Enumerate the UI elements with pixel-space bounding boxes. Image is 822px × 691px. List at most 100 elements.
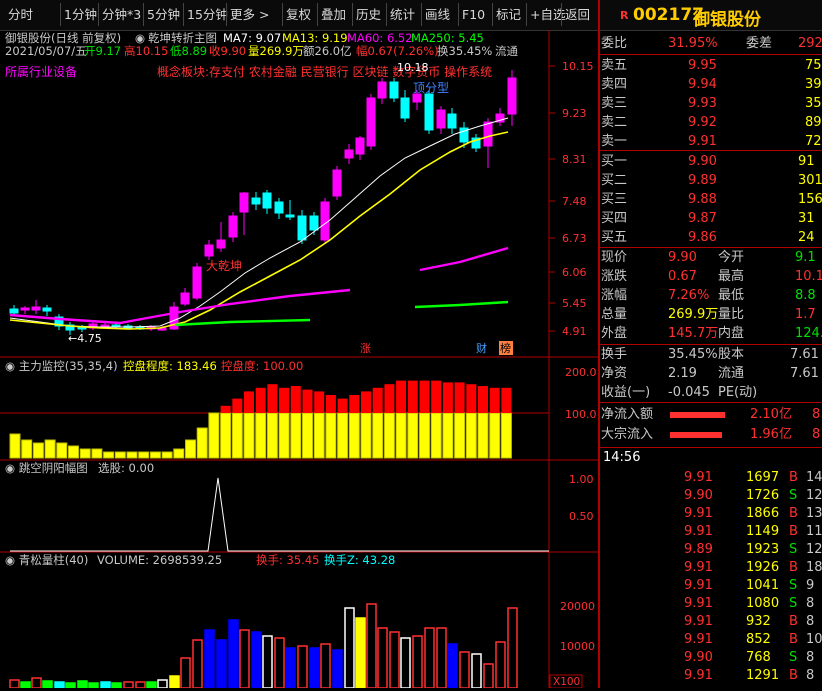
bang-marker[interactable]: 榜: [500, 341, 511, 355]
panel4-axis-10000: 10000: [560, 640, 595, 653]
control-bar-yellow: [407, 412, 419, 459]
quote-panel: 委比 31.95% 委差 292 卖五 9.95 75 卖四 9.94 39 卖三 9.93 3…: [600, 30, 822, 688]
cai-marker[interactable]: 财: [476, 341, 487, 355]
volume-bar: [251, 631, 262, 689]
toolbar-item-7[interactable]: 叠加: [321, 5, 346, 24]
toolbar-item-0[interactable]: 分时: [8, 5, 33, 24]
control-bar-yellow: [395, 412, 407, 459]
control-bar-red: [466, 384, 477, 413]
ask-row[interactable]: 卖一 9.91 72: [600, 133, 822, 151]
ask-row[interactable]: 卖四 9.94 39: [600, 76, 822, 94]
control-bar-yellow: [442, 412, 454, 459]
control-bar-yellow: [500, 412, 512, 459]
flow-row: 净流入额 2.10亿 8: [600, 406, 822, 424]
control-bar-yellow: [313, 412, 325, 459]
toolbar-item-2[interactable]: 分钟*3: [102, 5, 141, 24]
bid-row[interactable]: 买四 9.87 31: [600, 210, 822, 228]
webi-value: 31.95%: [668, 36, 718, 51]
toolbar-item-4[interactable]: 15分钟: [187, 5, 228, 24]
control-bar-yellow: [79, 448, 91, 459]
ask-row[interactable]: 卖三 9.93 35: [600, 95, 822, 113]
toolbar-item-3[interactable]: 5分钟: [147, 5, 180, 24]
control-bar-red: [478, 386, 488, 413]
control-bar-yellow: [255, 412, 267, 459]
toolbar-item-14[interactable]: 返回: [565, 5, 590, 24]
toolbar-item-11[interactable]: F10: [462, 5, 485, 24]
control-bar-yellow: [477, 412, 489, 459]
divider: [600, 247, 822, 248]
control-bar-red: [279, 387, 290, 413]
bid-row[interactable]: 买二 9.89 301: [600, 172, 822, 190]
control-bar-yellow: [419, 412, 430, 459]
bid-volume: 156: [798, 192, 822, 207]
control-bar-yellow: [208, 412, 220, 459]
bid-price: 9.90: [688, 154, 717, 169]
stat-label: PE(动): [718, 385, 758, 400]
ask-row[interactable]: 卖五 9.95 75: [600, 57, 822, 75]
price-axis-label: 4.91: [562, 325, 587, 338]
ask-row[interactable]: 卖二 9.92 89: [600, 114, 822, 132]
volume-bar: [389, 631, 400, 689]
control-bar-yellow: [149, 451, 161, 459]
stat-value: 145.7万: [668, 326, 719, 341]
trade-dir: S: [789, 596, 798, 611]
volume-bar: [65, 682, 76, 689]
toolbar-item-8[interactable]: 历史: [356, 5, 381, 24]
volume-bar: [447, 643, 458, 689]
bid-row[interactable]: 买五 9.86 24: [600, 229, 822, 247]
toolbar-item-10[interactable]: 画线: [425, 5, 450, 24]
toolbar-item-5[interactable]: 更多 >: [230, 5, 269, 24]
bid-label: 买一: [601, 154, 628, 169]
ask-label: 卖一: [601, 134, 628, 149]
control-bar-red: [337, 398, 348, 413]
bid-price: 9.87: [688, 211, 717, 226]
volume-bar: [42, 680, 53, 689]
trade-volume: 1697: [746, 470, 780, 485]
candle-body: [309, 215, 319, 231]
candle-fill: [508, 78, 516, 114]
toolbar-item-12[interactable]: 标记: [496, 5, 521, 24]
trade-price: 9.91: [684, 470, 713, 485]
bid-row[interactable]: 买三 9.88 156: [600, 191, 822, 209]
control-bar-yellow: [430, 412, 442, 459]
price-axis-label: 10.15: [562, 60, 594, 73]
toolbar-separator: [458, 3, 459, 26]
toolbar-item-9[interactable]: 统计: [390, 5, 415, 24]
stat-label: 涨幅: [601, 288, 628, 303]
control-bar-red: [384, 384, 395, 413]
kline-chart[interactable]: 御银股份(日线 前复权) ◉ 乾坤转折主图 MA7: 9.07 MA13: 9.…: [0, 30, 598, 689]
stat-label: 内盘: [718, 326, 745, 341]
toolbar-separator: [526, 3, 527, 26]
weicha-value: 292: [798, 36, 822, 51]
control-bar-red: [407, 380, 418, 413]
volume-bar: [309, 647, 320, 689]
stat-row: 涨跌 0.67 最高 10.1: [600, 268, 822, 286]
stat-label: 收益(一): [601, 385, 651, 400]
toolbar-item-1[interactable]: 1分钟: [64, 5, 97, 24]
control-bar-yellow: [243, 412, 255, 459]
trade-volume: 1080: [746, 596, 780, 611]
ma7-label: MA7: 9.07: [223, 31, 281, 45]
control-bar-red: [220, 405, 231, 413]
indicator-name[interactable]: 乾坤转折主图: [148, 31, 217, 45]
ma13-label: MA13: 9.19: [282, 31, 348, 45]
zhang-marker[interactable]: 涨: [360, 342, 371, 355]
ma7-line: [9, 117, 509, 328]
stat-value: 9.1: [795, 250, 816, 265]
chart-area[interactable]: 御银股份(日线 前复权) ◉ 乾坤转折主图 MA7: 9.07 MA13: 9.…: [0, 30, 598, 689]
control-bar-yellow: [9, 433, 21, 459]
stat-label: 股本: [718, 347, 745, 362]
bar-date: 2021/05/07/五: [5, 44, 87, 58]
stat-label: 今开: [718, 250, 745, 265]
toolbar-separator: [386, 3, 387, 26]
toolbar-separator: [421, 3, 422, 26]
trade-dir: S: [789, 488, 798, 503]
trade-row: 9.91 1291 B 8: [600, 667, 822, 685]
divider: [600, 150, 822, 151]
bid-row[interactable]: 买一 9.90 91: [600, 153, 822, 171]
volume-bar: [285, 647, 296, 689]
volume-bar: [157, 679, 168, 689]
toolbar-item-6[interactable]: 复权: [286, 5, 311, 24]
indicator-dropdown-icon[interactable]: ◉: [135, 31, 145, 45]
control-bar-yellow: [196, 427, 208, 459]
